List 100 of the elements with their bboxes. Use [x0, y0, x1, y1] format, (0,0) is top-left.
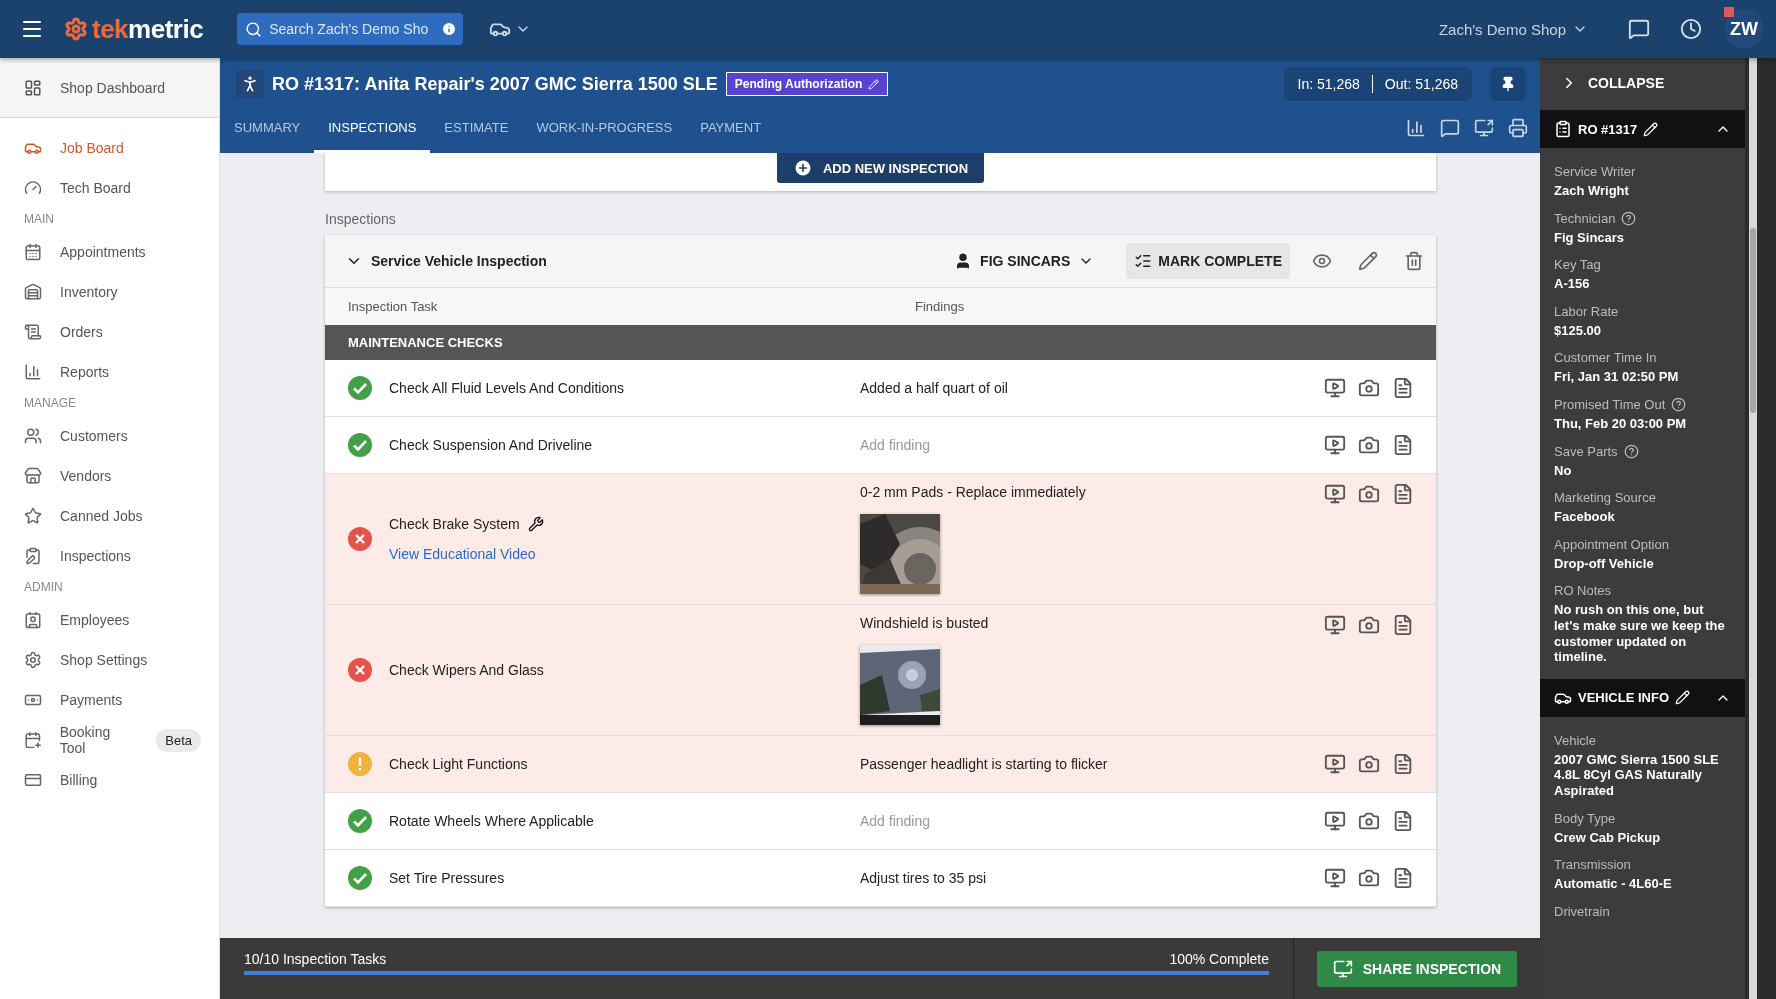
- check-circle-icon[interactable]: [347, 375, 373, 401]
- add-video-icon[interactable]: [1324, 614, 1346, 636]
- sidebar-item[interactable]: Customers: [0, 416, 219, 456]
- bar-chart-icon[interactable]: [1406, 117, 1426, 138]
- finding-text[interactable]: Adjust tires to 35 psi: [860, 870, 1324, 886]
- camera-icon[interactable]: [1358, 614, 1380, 636]
- field-label: Vehicle: [1554, 732, 1596, 748]
- tab[interactable]: ESTIMATE: [430, 110, 523, 153]
- message-icon[interactable]: [1440, 117, 1460, 138]
- sidebar-item[interactable]: Appointments: [0, 232, 219, 272]
- scrollbar[interactable]: [1749, 58, 1757, 999]
- check-circle-icon[interactable]: [347, 865, 373, 891]
- beta-badge: Beta: [156, 728, 201, 752]
- document-icon[interactable]: [1392, 434, 1414, 456]
- document-icon[interactable]: [1392, 867, 1414, 889]
- camera-icon[interactable]: [1358, 434, 1380, 456]
- eye-icon[interactable]: [1312, 251, 1332, 271]
- help-icon[interactable]: [1623, 443, 1639, 459]
- x-circle-icon[interactable]: [347, 657, 373, 683]
- video-link[interactable]: View Educational Video: [389, 546, 544, 562]
- field-value: A-156: [1554, 276, 1591, 292]
- search-field[interactable]: Search Zach's Demo Sho: [237, 13, 464, 45]
- chat-icon[interactable]: [1628, 18, 1650, 40]
- camera-icon[interactable]: [1358, 867, 1380, 889]
- sidebar-item[interactable]: Shop Settings: [0, 640, 219, 680]
- field-label: Labor Rate: [1554, 303, 1619, 319]
- document-icon[interactable]: [1392, 483, 1414, 505]
- add-video-icon[interactable]: [1324, 483, 1346, 505]
- sidebar-item[interactable]: Job Board: [0, 128, 219, 168]
- document-icon[interactable]: [1392, 810, 1414, 832]
- collapse-button[interactable]: COLLAPSE: [1540, 60, 1745, 106]
- finding-text[interactable]: Added a half quart of oil: [860, 380, 1324, 396]
- field-value: Thu, Feb 20 03:00 PM: [1554, 415, 1688, 432]
- sidebar-heading: MANAGE: [23, 395, 77, 412]
- calendar-icon: [24, 243, 42, 261]
- field-label: Drivetrain: [1554, 903, 1610, 919]
- mileage-in: In: 51,268: [1297, 76, 1360, 92]
- add-video-icon[interactable]: [1324, 377, 1346, 399]
- add-inspection-button[interactable]: ADD NEW INSPECTION: [776, 153, 985, 183]
- field-label: Marketing Source: [1554, 490, 1656, 506]
- sidebar-item[interactable]: Canned Jobs: [0, 496, 219, 536]
- logo-text[interactable]: tekmetric: [92, 13, 204, 45]
- pencil-icon[interactable]: [1643, 121, 1659, 137]
- sidebar-item[interactable]: Inspections: [0, 536, 219, 576]
- print-icon[interactable]: [1508, 117, 1528, 138]
- sidebar-item[interactable]: Billing: [0, 760, 219, 800]
- ro-title: RO #1317: Anita Repair's 2007 GMC Sierra 1500 SLE: [272, 73, 718, 95]
- x-circle-icon[interactable]: [347, 526, 373, 552]
- help-icon[interactable]: [1671, 396, 1687, 412]
- tab[interactable]: SUMMARY: [220, 110, 315, 153]
- finding-text[interactable]: Windshield is busted: [860, 615, 1324, 631]
- camera-icon[interactable]: [1358, 483, 1380, 505]
- add-video-icon[interactable]: [1324, 434, 1346, 456]
- sidebar-item[interactable]: Reports: [0, 352, 219, 392]
- camera-icon[interactable]: [1358, 377, 1380, 399]
- edit-icon[interactable]: [1358, 251, 1378, 271]
- sidebar-item[interactable]: Payments: [0, 680, 219, 720]
- panel-section-header[interactable]: RO #1317: [1540, 110, 1745, 148]
- clock-icon[interactable]: [1680, 18, 1702, 40]
- camera-icon[interactable]: [1358, 810, 1380, 832]
- sidebar-item[interactable]: Orders: [0, 312, 219, 352]
- screen-share-icon: [1332, 958, 1353, 979]
- user-avatar[interactable]: ZW: [1724, 9, 1764, 49]
- store-icon: [24, 467, 42, 485]
- delete-icon[interactable]: [1404, 251, 1424, 271]
- finding-text[interactable]: 0-2 mm Pads - Replace immediately: [860, 484, 1324, 500]
- check-circle-icon[interactable]: [347, 432, 373, 458]
- column-header: Findings: [915, 299, 966, 314]
- finding-text[interactable]: Passenger headlight is starting to flicker: [860, 756, 1324, 772]
- panel-section-header[interactable]: VEHICLE INFO: [1540, 678, 1745, 717]
- sidebar-item[interactable]: Inventory: [0, 272, 219, 312]
- sidebar-item[interactable]: Tech Board: [0, 168, 219, 208]
- help-icon[interactable]: [1621, 210, 1637, 226]
- field-label: Technician: [1554, 210, 1616, 226]
- technician-dropdown[interactable]: FIG SINCARS: [948, 251, 1101, 271]
- shop-selector[interactable]: Zach's Demo Shop: [1432, 19, 1594, 39]
- sidebar-item[interactable]: Booking Tool Beta: [0, 720, 219, 760]
- sidebar-item[interactable]: Employees: [0, 600, 219, 640]
- pencil-icon[interactable]: [1675, 690, 1690, 706]
- share-inspection-button[interactable]: SHARE INSPECTION: [1316, 950, 1518, 987]
- wrench-icon[interactable]: [527, 516, 544, 532]
- add-video-icon[interactable]: [1324, 867, 1346, 889]
- sidebar-item[interactable]: Vendors: [0, 456, 219, 496]
- mark-complete-button[interactable]: MARK COMPLETE: [1126, 243, 1290, 279]
- add-video-icon[interactable]: [1324, 810, 1346, 832]
- document-icon[interactable]: [1392, 614, 1414, 636]
- screen-share-icon[interactable]: [1474, 117, 1494, 138]
- check-circle-icon[interactable]: [347, 808, 373, 834]
- document-icon[interactable]: [1392, 753, 1414, 775]
- group-header: MAINTENANCE CHECKS: [325, 325, 1436, 360]
- tab[interactable]: PAYMENT: [686, 110, 776, 153]
- pin-button[interactable]: [1490, 67, 1526, 101]
- people-icon: [24, 427, 42, 445]
- document-icon[interactable]: [1392, 377, 1414, 399]
- tab[interactable]: WORK-IN-PROGRESS: [522, 110, 687, 153]
- gear-icon: [64, 17, 88, 41]
- sidebar-item[interactable]: Shop Dashboard: [0, 58, 219, 118]
- camera-icon[interactable]: [1358, 753, 1380, 775]
- add-video-icon[interactable]: [1324, 753, 1346, 775]
- status-badge[interactable]: Pending Authorization: [725, 72, 889, 96]
